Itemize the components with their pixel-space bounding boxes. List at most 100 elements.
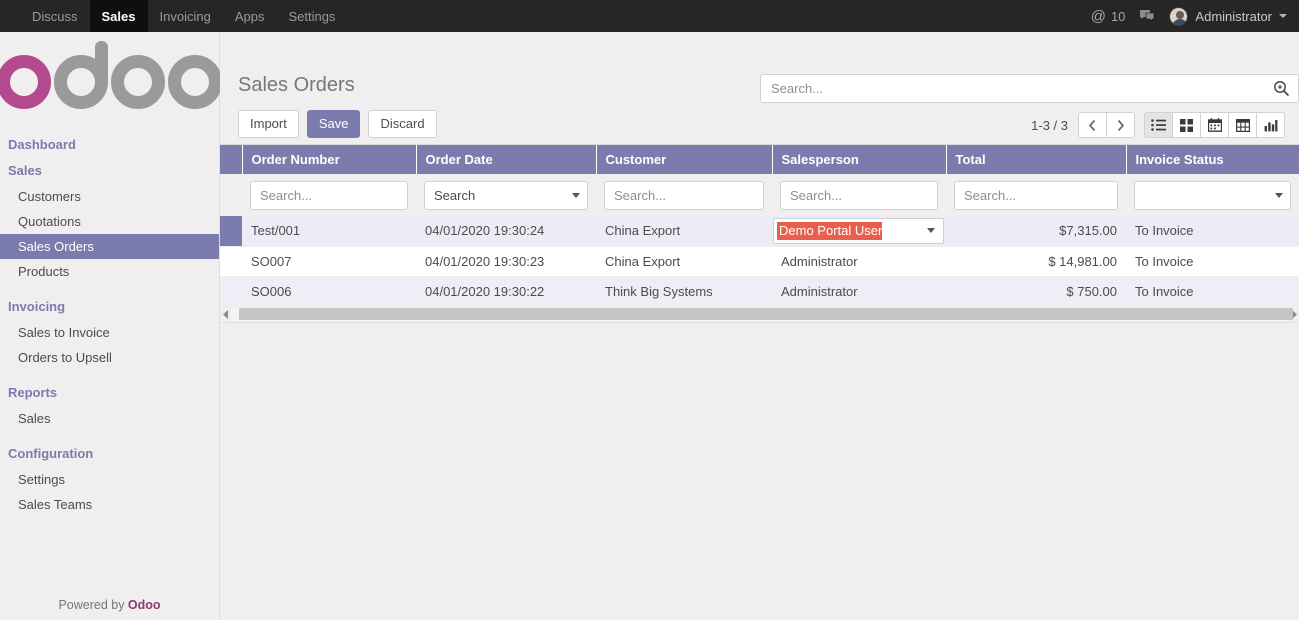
cell-order-date[interactable]: 04/01/2020 19:30:22 — [416, 276, 596, 307]
filter-order-date-select[interactable] — [424, 180, 588, 210]
filter-total-input[interactable] — [954, 180, 1118, 210]
sidebar-item-settings[interactable]: Settings — [0, 467, 219, 492]
cell-invoice-status[interactable]: To Invoice — [1126, 276, 1299, 307]
menu-item-apps[interactable]: Apps — [223, 0, 277, 32]
cell-order-number[interactable]: SO006 — [242, 276, 416, 307]
sidebar-item-sales-orders[interactable]: Sales Orders — [0, 234, 219, 259]
main-menu: Discuss Sales Invoicing Apps Settings — [20, 0, 347, 32]
logo-letter-o-accent — [0, 55, 51, 109]
menu-item-sales[interactable]: Sales — [89, 0, 148, 32]
sidebar-item-label: Sales Orders — [18, 239, 94, 254]
kanban-view-icon[interactable] — [1172, 112, 1201, 138]
sidebar-section-configuration: Configuration — [8, 446, 94, 461]
column-header-invoice-status[interactable]: Invoice Status — [1126, 145, 1299, 174]
sidebar-item-sales-report[interactable]: Sales — [0, 406, 219, 431]
cell-customer[interactable]: China Export — [596, 246, 772, 277]
logo-letter-o-1 — [111, 55, 165, 109]
odoo-brand-link[interactable]: Odoo — [128, 598, 161, 612]
column-header-salesperson[interactable]: Salesperson — [772, 145, 947, 174]
cell-order-number[interactable]: Test/001 — [242, 216, 416, 247]
table-row[interactable]: SO006 04/01/2020 19:30:22 Think Big Syst… — [220, 276, 1299, 307]
menu-item-invoicing[interactable]: Invoicing — [148, 0, 223, 32]
cell-total[interactable]: $ 14,981.00 — [946, 246, 1126, 277]
cell-order-number[interactable]: SO007 — [242, 246, 416, 277]
cell-customer[interactable]: China Export — [596, 216, 772, 247]
filter-invoice-status-select[interactable] — [1134, 180, 1291, 210]
pager-buttons — [1078, 112, 1135, 138]
cell-total[interactable]: $7,315.00 — [946, 216, 1126, 247]
cell-order-date[interactable]: 04/01/2020 19:30:23 — [416, 246, 596, 277]
filter-order-number-input[interactable] — [250, 180, 408, 210]
calendar-view-icon[interactable] — [1200, 112, 1229, 138]
scroll-left-arrow[interactable] — [220, 309, 231, 319]
menu-label: Discuss — [32, 8, 78, 24]
column-header-customer[interactable]: Customer — [596, 145, 773, 174]
sidebar-item-label: Customers — [18, 189, 81, 204]
sidebar-section-sales: Sales — [8, 163, 42, 178]
salesperson-many2one-field[interactable]: Demo Portal User — [773, 217, 944, 244]
horizontal-scrollbar[interactable] — [220, 306, 1299, 323]
scrollbar-track[interactable] — [231, 307, 1293, 321]
menu-label: Invoicing — [159, 8, 211, 24]
table-row[interactable]: SO007 04/01/2020 19:30:23 China Export A… — [220, 246, 1299, 277]
row-selector[interactable] — [220, 246, 242, 277]
search-magnifier-icon[interactable] — [1273, 80, 1290, 100]
chevron-down-icon[interactable] — [927, 228, 935, 234]
sidebar-item-products[interactable]: Products — [0, 259, 219, 284]
cell-salesperson[interactable]: Demo Portal User — [772, 216, 946, 247]
cell-customer[interactable]: Think Big Systems — [596, 276, 772, 307]
sidebar: Dashboard Sales Customers Quotations Sal… — [0, 32, 222, 620]
column-header-order-date[interactable]: Order Date — [416, 145, 597, 174]
sidebar-section-reports: Reports — [8, 385, 58, 400]
filter-customer-input[interactable] — [604, 180, 764, 210]
cell-order-date[interactable]: 04/01/2020 19:30:24 — [416, 216, 596, 247]
pivot-view-icon[interactable] — [1228, 112, 1257, 138]
cell-invoice-status[interactable]: To Invoice — [1126, 246, 1299, 277]
import-button[interactable]: Import — [238, 110, 299, 138]
sidebar-item-orders-to-upsell[interactable]: Orders to Upsell — [0, 345, 219, 370]
chat-bubble-icon[interactable] — [1139, 9, 1155, 23]
avatar — [1169, 6, 1189, 26]
column-header-order-number[interactable]: Order Number — [242, 145, 417, 174]
filter-salesperson-input[interactable] — [780, 180, 938, 210]
cell-total[interactable]: $ 750.00 — [946, 276, 1126, 307]
menu-label: Settings — [288, 8, 336, 24]
cell-salesperson[interactable]: Administrator — [772, 246, 946, 277]
select-all-column[interactable] — [220, 145, 243, 174]
pager-next-button[interactable] — [1106, 112, 1135, 138]
at-icon: @ — [1090, 7, 1106, 25]
row-selector[interactable] — [220, 216, 242, 247]
pager-previous-button[interactable] — [1078, 112, 1107, 138]
user-menu[interactable]: Administrator — [1169, 6, 1287, 26]
cell-invoice-status[interactable]: To Invoice — [1126, 216, 1299, 247]
main-content: Sales Orders Import Save Discard Search.… — [220, 32, 1299, 620]
sidebar-item-label: Sales to Invoice — [18, 325, 110, 340]
menu-item-settings[interactable]: Settings — [276, 0, 347, 32]
row-selector[interactable] — [220, 276, 242, 307]
sidebar-item-customers[interactable]: Customers — [0, 184, 219, 209]
sidebar-section-dashboard[interactable]: Dashboard — [0, 132, 219, 158]
pager-and-views: 1-3 / 3 — [1031, 112, 1285, 138]
search-input[interactable] — [761, 75, 1298, 102]
sidebar-item-sales-teams[interactable]: Sales Teams — [0, 492, 219, 517]
menu-item-discuss[interactable]: Discuss — [20, 0, 90, 32]
search-box[interactable] — [760, 74, 1299, 103]
save-button[interactable]: Save — [306, 110, 361, 138]
salesperson-selected-text[interactable]: Demo Portal User — [777, 221, 883, 240]
table-row[interactable]: Test/001 04/01/2020 19:30:24 China Expor… — [220, 216, 1299, 247]
table-header-row: Order Number Order Date Customer Salespe… — [220, 145, 1299, 174]
column-header-total[interactable]: Total — [946, 145, 1127, 174]
top-navigation-bar: Discuss Sales Invoicing Apps Settings @ … — [0, 0, 1299, 32]
cell-salesperson[interactable]: Administrator — [772, 276, 946, 307]
graph-view-icon[interactable] — [1256, 112, 1285, 138]
system-tray: @ 10 Administrator — [1091, 0, 1299, 32]
discard-button[interactable]: Discard — [368, 110, 437, 138]
menu-label: Apps — [234, 8, 265, 24]
sidebar-item-sales-to-invoice[interactable]: Sales to Invoice — [0, 320, 219, 345]
scrollbar-thumb[interactable] — [239, 308, 1293, 320]
list-view-icon[interactable] — [1144, 112, 1173, 138]
search-area — [760, 74, 1299, 103]
sidebar-item-quotations[interactable]: Quotations — [0, 209, 219, 234]
odoo-logo[interactable] — [0, 32, 222, 132]
mentions-counter[interactable]: @ 10 — [1091, 9, 1126, 24]
